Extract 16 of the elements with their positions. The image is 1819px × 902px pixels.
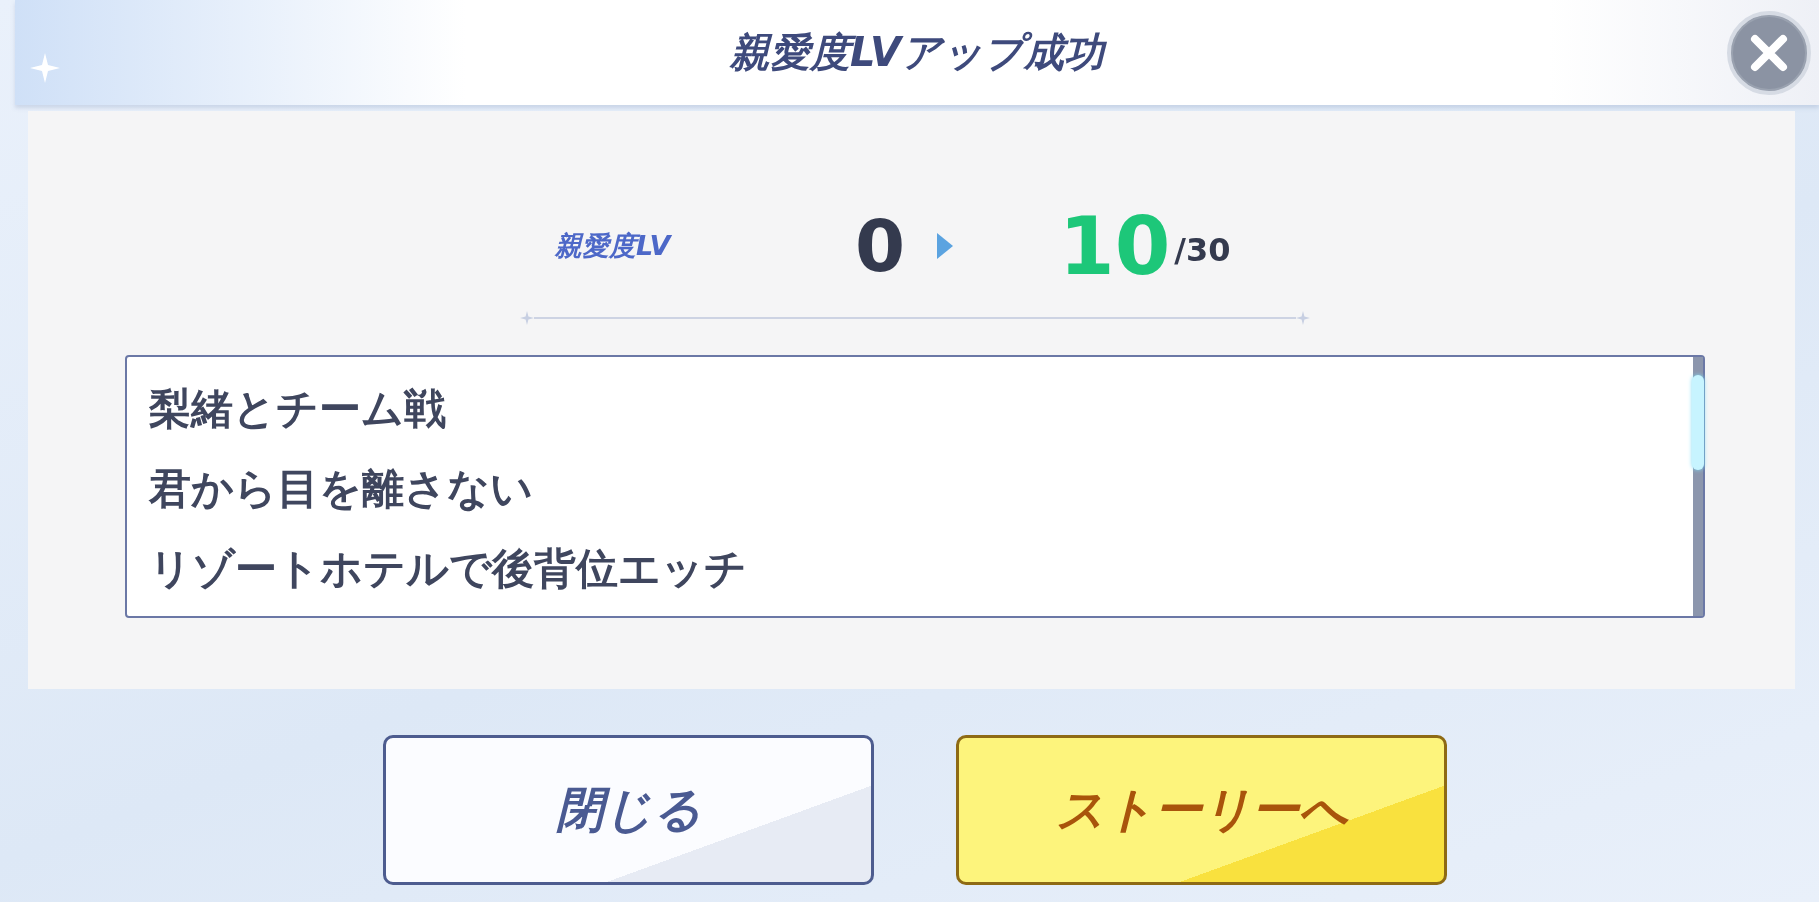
- story-title[interactable]: 君から目を離さない: [149, 449, 1693, 529]
- level-from: 0: [855, 204, 907, 288]
- scrollbar[interactable]: [1693, 357, 1703, 616]
- story-button[interactable]: ストーリーへ: [956, 735, 1447, 885]
- scroll-thumb[interactable]: [1692, 375, 1704, 470]
- sparkle-icon: [30, 53, 60, 83]
- level-max: /30: [1174, 231, 1231, 269]
- arrow-icon: [937, 233, 953, 259]
- story-title[interactable]: 梨緒とチーム戦: [149, 369, 1693, 449]
- story-title[interactable]: リゾートホテルで後背位エッチ: [149, 529, 1693, 609]
- level-to: 10: [1059, 199, 1171, 293]
- level-label: 親愛度LV: [555, 229, 673, 263]
- close-dialog-button[interactable]: 閉じる: [383, 735, 874, 885]
- sparkle-icon: [520, 311, 534, 325]
- close-icon: [1749, 32, 1789, 73]
- sparkle-icon: [1296, 311, 1310, 325]
